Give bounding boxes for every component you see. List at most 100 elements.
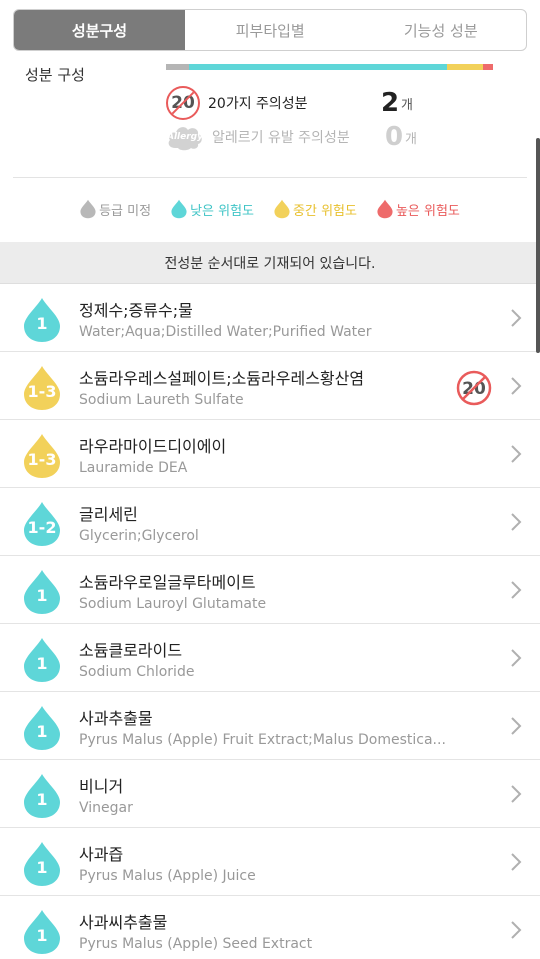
ingredient-english-name: Lauramide DEA	[79, 460, 188, 476]
allergy-count: 0	[385, 122, 404, 152]
ingredient-korean-name: 글리세린	[79, 505, 138, 524]
composition-bar-segment	[483, 64, 493, 70]
composition-bar-segment	[188, 64, 448, 70]
ingredient-text: 소듐라우레스설페이트;소듐라우레스황산염 Sodium Laureth Sulfa…	[79, 365, 459, 408]
summary-label: 성분 구성	[25, 66, 85, 84]
chevron-right-icon	[510, 376, 522, 396]
caution20-label: 20가지 주의성분	[208, 96, 308, 112]
risk-legend: 등급 미정 낮은 위험도 중간 위험도 높은 위험도	[0, 199, 540, 219]
chevron-right-icon	[510, 648, 522, 668]
grade-drop-icon: 1	[23, 637, 61, 683]
chevron-right-icon	[510, 308, 522, 328]
legend-item: 등급 미정	[80, 199, 151, 219]
ingredient-english-name: Pyrus Malus (Apple) Seed Extract	[79, 936, 313, 952]
ingredient-row[interactable]: 1 소듐라우로일글루타메이트 Sodium Lauroyl Glutamate	[0, 556, 540, 624]
ingredient-english-name: Sodium Laureth Sulfate	[79, 392, 244, 408]
ingredient-text: 소듐라우로일글루타메이트 Sodium Lauroyl Glutamate	[79, 569, 459, 612]
ingredient-korean-name: 사과즙	[79, 845, 124, 864]
ingredient-korean-name: 소듐클로라이드	[79, 641, 183, 660]
ingredient-row[interactable]: 1 비니거 Vinegar	[0, 760, 540, 828]
ingredient-english-name: Vinegar	[79, 800, 133, 816]
drop-icon	[377, 199, 393, 219]
caution-20-icon: 20	[456, 370, 492, 406]
ingredient-text: 사과추출물 Pyrus Malus (Apple) Fruit Extract;M…	[79, 705, 459, 748]
ingredient-row[interactable]: 1 사과추출물 Pyrus Malus (Apple) Fruit Extract;…	[0, 692, 540, 760]
drop-icon	[80, 199, 96, 219]
grade-drop-icon: 1-3	[23, 365, 61, 411]
grade-drop-icon: 1	[23, 773, 61, 819]
grade-label: 1	[36, 858, 48, 877]
grade-label: 1	[36, 586, 48, 605]
chevron-right-icon	[510, 580, 522, 600]
grade-drop-icon: 1	[23, 841, 61, 887]
caution20-row: 20 20가지 주의성분 2 개	[166, 86, 413, 120]
ingredient-english-name: Water;Aqua;Distilled Water;Purified Wate…	[79, 324, 372, 340]
legend-item: 중간 위험도	[274, 199, 357, 219]
grade-label: 1	[36, 926, 48, 945]
drop-icon	[274, 199, 290, 219]
ingredient-row[interactable]: 1-3 라우라마이드디이에이 Lauramide DEA	[0, 420, 540, 488]
grade-label: 1-3	[27, 382, 57, 401]
chevron-right-icon	[510, 784, 522, 804]
tab-composition[interactable]: 성분구성	[14, 10, 185, 50]
ingredient-text: 소듐클로라이드 Sodium Chloride	[79, 637, 459, 680]
ingredient-text: 글리세린 Glycerin;Glycerol	[79, 501, 459, 544]
caution20-unit: 개	[401, 97, 413, 113]
ingredient-text: 라우라마이드디이에이 Lauramide DEA	[79, 433, 459, 476]
ingredient-korean-name: 라우라마이드디이에이	[79, 437, 227, 456]
ingredient-text: 사과씨추출물 Pyrus Malus (Apple) Seed Extract	[79, 909, 459, 952]
ingredient-korean-name: 소듐라우로일글루타메이트	[79, 573, 256, 592]
ingredient-row[interactable]: 1 정제수;증류수;물 Water;Aqua;Distilled Water;Pur…	[0, 284, 540, 352]
tab-functional[interactable]: 기능성 성분	[356, 10, 527, 50]
tab-skin-type[interactable]: 피부타입별	[185, 10, 356, 50]
chevron-right-icon	[510, 444, 522, 464]
ingredient-korean-name: 비니거	[79, 777, 124, 796]
grade-drop-icon: 1	[23, 909, 61, 955]
legend-label: 낮은 위험도	[190, 203, 255, 219]
ingredient-row[interactable]: 1 사과즙 Pyrus Malus (Apple) Juice	[0, 828, 540, 896]
ingredient-text: 사과즙 Pyrus Malus (Apple) Juice	[79, 841, 459, 884]
grade-label: 1-2	[27, 518, 57, 537]
drop-icon	[171, 199, 187, 219]
legend-label: 높은 위험도	[395, 203, 460, 219]
grade-label: 1	[36, 314, 48, 333]
caution20-count: 2	[381, 88, 400, 118]
ingredient-korean-name: 사과추출물	[79, 709, 153, 728]
ingredient-row[interactable]: 1-2 글리세린 Glycerin;Glycerol	[0, 488, 540, 556]
legend-label: 중간 위험도	[293, 203, 357, 219]
ingredient-english-name: Sodium Lauroyl Glutamate	[79, 596, 267, 612]
ingredient-korean-name: 사과씨추출물	[79, 913, 168, 932]
ingredient-text: 정제수;증류수;물 Water;Aqua;Distilled Water;Puri…	[79, 297, 459, 340]
legend-item: 높은 위험도	[377, 199, 460, 219]
ingredient-korean-name: 정제수;증류수;물	[79, 301, 193, 320]
ingredient-list: 1 정제수;증류수;물 Water;Aqua;Distilled Water;Pur…	[0, 284, 540, 959]
allergy-row: Allergy 알레르기 유발 주의성분 0 개	[166, 122, 417, 152]
ingredient-row[interactable]: 1 사과씨추출물 Pyrus Malus (Apple) Seed Extract	[0, 896, 540, 959]
divider	[13, 177, 527, 178]
allergy-icon: Allergy	[166, 122, 204, 152]
scrollbar[interactable]	[536, 138, 540, 353]
chevron-right-icon	[510, 716, 522, 736]
grade-drop-icon: 1-2	[23, 501, 61, 547]
legend-label: 등급 미정	[99, 203, 152, 219]
ingredient-english-name: Pyrus Malus (Apple) Juice	[79, 868, 256, 884]
composition-bar-segment	[447, 64, 484, 70]
chevron-right-icon	[510, 852, 522, 872]
order-notice: 전성분 순서대로 기재되어 있습니다.	[0, 242, 540, 284]
grade-drop-icon: 1	[23, 569, 61, 615]
ingredient-english-name: Pyrus Malus (Apple) Fruit Extract;Malus …	[79, 732, 446, 748]
ingredient-english-name: Sodium Chloride	[79, 664, 195, 680]
ingredient-korean-name: 소듐라우레스설페이트;소듐라우레스황산염	[79, 369, 365, 388]
grade-label: 1	[36, 722, 48, 741]
composition-bar	[166, 64, 493, 70]
allergy-unit: 개	[405, 131, 417, 147]
ingredient-row[interactable]: 1-3 소듐라우레스설페이트;소듐라우레스황산염 Sodium Laureth Su…	[0, 352, 540, 420]
tab-bar: 성분구성 피부타입별 기능성 성분	[13, 9, 527, 51]
grade-label: 1	[36, 790, 48, 809]
grade-drop-icon: 1-3	[23, 433, 61, 479]
ingredient-english-name: Glycerin;Glycerol	[79, 528, 199, 544]
ingredient-row[interactable]: 1 소듐클로라이드 Sodium Chloride	[0, 624, 540, 692]
caution-20-icon: 20	[166, 86, 200, 120]
grade-label: 1	[36, 654, 48, 673]
grade-label: 1-3	[27, 450, 57, 469]
